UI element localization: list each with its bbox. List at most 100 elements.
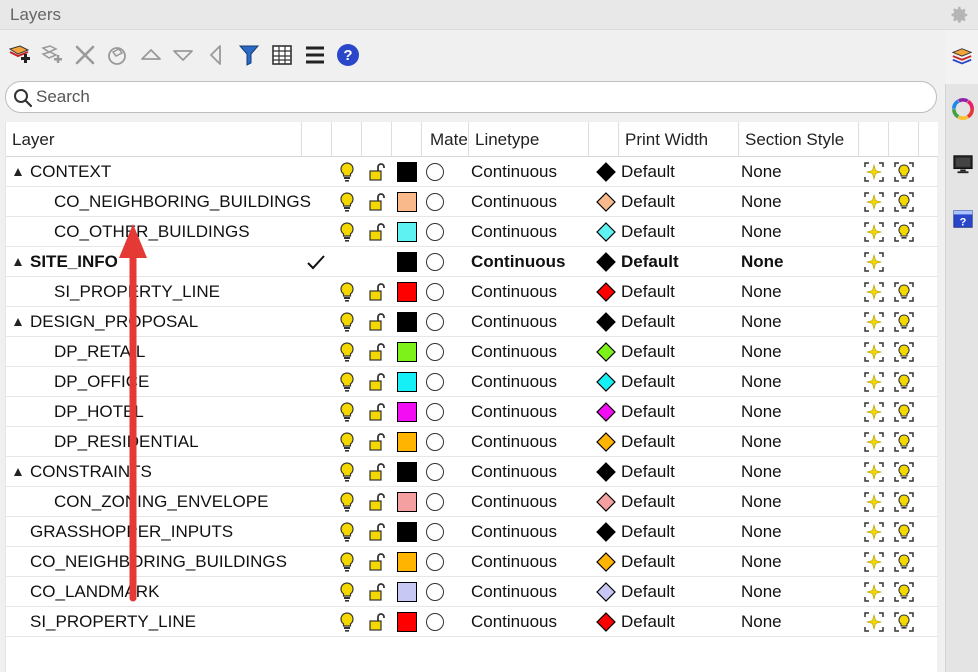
layer-name[interactable]: CONTEXT [30,157,111,187]
clipping-plane-icon[interactable] [863,221,885,243]
linetype-value[interactable]: Continuous [471,367,557,397]
clipping-visibility-icon[interactable] [893,401,915,423]
print-width-value[interactable]: Default [621,487,675,517]
clipping-visibility-icon[interactable] [893,551,915,573]
linetype-value[interactable]: Continuous [471,577,557,607]
column-header-material[interactable]: Mate [422,122,469,157]
table-row[interactable]: SITE_INFO Continuous Default None [6,247,938,277]
visible-bulb-icon[interactable] [336,551,358,573]
section-style-value[interactable]: None [741,307,782,337]
linetype-value[interactable]: Continuous [471,157,557,187]
section-style-value[interactable]: None [741,277,782,307]
material-icon[interactable] [426,223,444,241]
layer-name[interactable]: CONSTRAINTS [30,457,152,487]
search-box[interactable] [5,81,937,113]
linetype-value[interactable]: Continuous [471,607,557,637]
layer-color-swatch[interactable] [397,432,417,452]
column-header-linetype[interactable]: Linetype [469,122,589,157]
table-row[interactable]: GRASSHOPPER_INPUTS Continuous Default None [6,517,938,547]
section-style-value[interactable]: None [741,217,782,247]
linetype-value[interactable]: Continuous [471,307,557,337]
table-row[interactable]: DESIGN_PROPOSAL Continuous Default None [6,307,938,337]
side-tab-color[interactable] [946,84,978,134]
print-color-diamond-icon[interactable] [596,522,616,542]
print-width-value[interactable]: Default [621,577,675,607]
visible-bulb-icon[interactable] [336,191,358,213]
table-row[interactable]: CON_ZONING_ENVELOPE Continuous Default None [6,487,938,517]
clipping-visibility-icon[interactable] [893,341,915,363]
print-color-diamond-icon[interactable] [596,552,616,572]
visible-bulb-icon[interactable] [336,221,358,243]
column-header-visible[interactable] [332,122,362,157]
linetype-value[interactable]: Continuous [471,217,557,247]
move-down-button[interactable] [170,42,196,68]
unlocked-icon[interactable] [366,461,388,483]
material-icon[interactable] [426,433,444,451]
material-icon[interactable] [426,283,444,301]
visible-bulb-icon[interactable] [336,311,358,333]
side-tab-layers[interactable] [945,32,978,82]
layer-name[interactable]: CON_ZONING_ENVELOPE [54,487,268,517]
section-style-value[interactable]: None [741,397,782,427]
table-row[interactable]: DP_HOTEL Continuous Default None [6,397,938,427]
clipping-visibility-icon[interactable] [893,221,915,243]
clipping-plane-icon[interactable] [863,281,885,303]
print-width-value[interactable]: Default [621,277,675,307]
unlocked-icon[interactable] [366,371,388,393]
layer-color-swatch[interactable] [397,192,417,212]
table-row[interactable]: CO_NEIGHBORING_BUILDINGS Continuous Defaul… [6,187,938,217]
layer-color-swatch[interactable] [397,522,417,542]
section-style-value[interactable]: None [741,187,782,217]
layer-color-swatch[interactable] [397,402,417,422]
clipping-plane-icon[interactable] [863,371,885,393]
print-color-diamond-icon[interactable] [596,372,616,392]
visible-bulb-icon[interactable] [336,611,358,633]
print-width-value[interactable]: Default [621,307,675,337]
material-icon[interactable] [426,523,444,541]
layer-color-swatch[interactable] [397,342,417,362]
layer-name[interactable]: GRASSHOPPER_INPUTS [30,517,233,547]
material-icon[interactable] [426,163,444,181]
print-width-value[interactable]: Default [621,397,675,427]
linetype-value[interactable]: Continuous [471,487,557,517]
layer-name[interactable]: DP_OFFICE [54,367,149,397]
print-color-diamond-icon[interactable] [596,222,616,242]
filter-shape-button[interactable] [104,42,130,68]
clipping-visibility-icon[interactable] [893,281,915,303]
table-row[interactable]: CO_NEIGHBORING_BUILDINGS Continuous Defaul… [6,547,938,577]
linetype-value[interactable]: Continuous [471,247,565,277]
layer-color-swatch[interactable] [397,162,417,182]
print-width-value[interactable]: Default [621,217,675,247]
unlocked-icon[interactable] [366,551,388,573]
clipping-visibility-icon[interactable] [893,311,915,333]
unlocked-icon[interactable] [366,191,388,213]
table-row[interactable]: DP_RESIDENTIAL Continuous Default None [6,427,938,457]
clipping-plane-icon[interactable] [863,251,885,273]
layer-color-swatch[interactable] [397,312,417,332]
material-icon[interactable] [426,613,444,631]
unlocked-icon[interactable] [366,581,388,603]
layer-name[interactable]: DP_HOTEL [54,397,144,427]
clipping-plane-icon[interactable] [863,431,885,453]
new-layer-button[interactable] [7,42,33,68]
section-style-value[interactable]: None [741,337,782,367]
clipping-plane-icon[interactable] [863,311,885,333]
linetype-value[interactable]: Continuous [471,187,557,217]
layer-color-swatch[interactable] [397,492,417,512]
print-color-diamond-icon[interactable] [596,252,616,272]
current-layer-check-icon[interactable] [305,251,327,273]
clipping-plane-icon[interactable] [863,461,885,483]
clipping-plane-icon[interactable] [863,521,885,543]
linetype-value[interactable]: Continuous [471,337,557,367]
material-icon[interactable] [426,553,444,571]
column-header-clipping[interactable] [859,122,889,157]
print-width-value[interactable]: Default [621,547,675,577]
print-color-diamond-icon[interactable] [596,432,616,452]
column-header-print-width[interactable]: Print Width [619,122,739,157]
clipping-plane-icon[interactable] [863,161,885,183]
print-color-diamond-icon[interactable] [596,312,616,332]
expand-toggle-icon[interactable] [14,318,22,326]
layer-name[interactable]: SI_PROPERTY_LINE [30,607,196,637]
clipping-visibility-icon[interactable] [893,521,915,543]
clipping-plane-icon[interactable] [863,341,885,363]
